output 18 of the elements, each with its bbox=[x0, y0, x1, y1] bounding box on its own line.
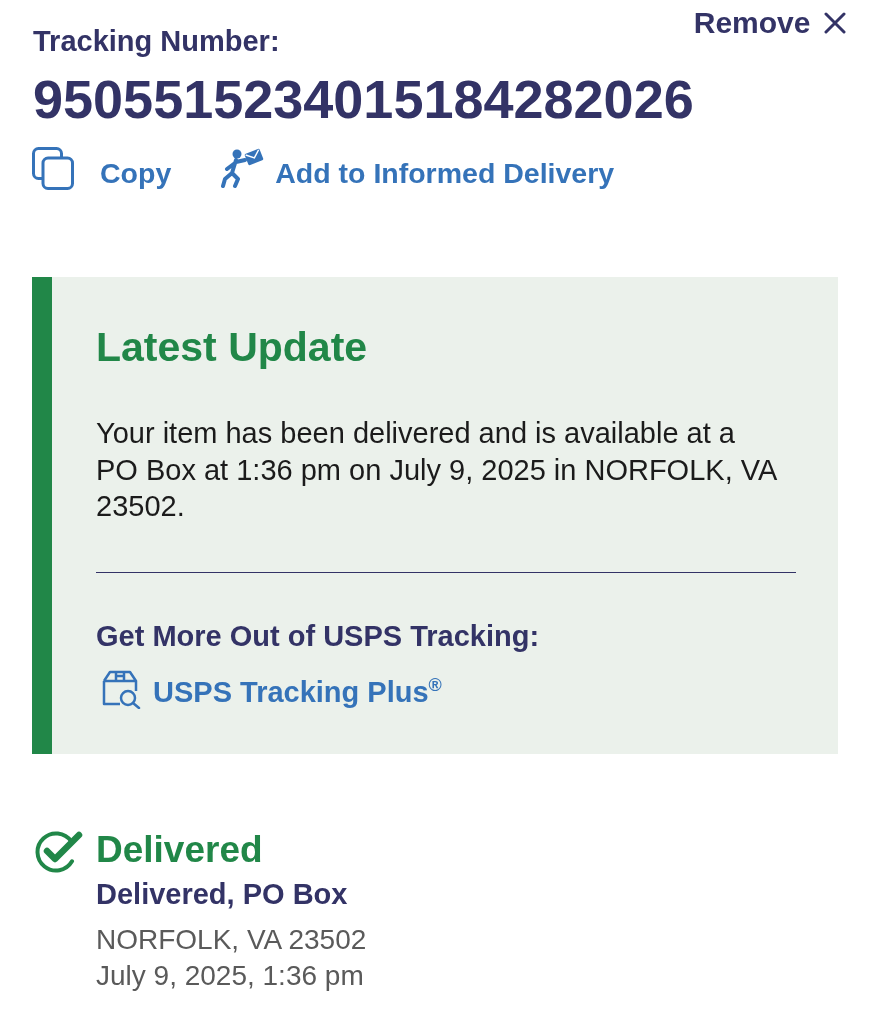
person-with-envelope-icon bbox=[221, 148, 265, 188]
status-timestamp: July 9, 2025, 1:36 pm bbox=[96, 958, 365, 993]
promo-heading: Get More Out of USPS Tracking: bbox=[96, 618, 540, 653]
update-message: Your item has been delivered and is available at a PO Box at 1:36 pm on July 9, 2025 in NORFOLK, VA 23502. bbox=[96, 416, 778, 524]
informed-delivery-link[interactable]: Add to Informed Delivery bbox=[221, 148, 615, 190]
copy-button[interactable]: Copy bbox=[32, 147, 172, 190]
status-detail: Delivered, PO Box bbox=[96, 876, 349, 911]
latest-update-title: Latest Update bbox=[96, 323, 368, 371]
status-title: Delivered bbox=[96, 827, 263, 872]
tracking-number: 9505515234015184282026 bbox=[33, 69, 694, 129]
close-icon bbox=[824, 12, 847, 34]
package-search-icon bbox=[101, 668, 141, 709]
status-location: NORFOLK, VA 23502 bbox=[96, 922, 368, 957]
copy-icon bbox=[32, 147, 74, 190]
remove-button[interactable]: Remove bbox=[693, 5, 847, 41]
tracking-number-label: Tracking Number: bbox=[33, 24, 281, 58]
tracking-plus-link[interactable]: USPS Tracking Plus$^{®}$ bbox=[101, 668, 442, 709]
check-circle-icon bbox=[35, 830, 83, 873]
